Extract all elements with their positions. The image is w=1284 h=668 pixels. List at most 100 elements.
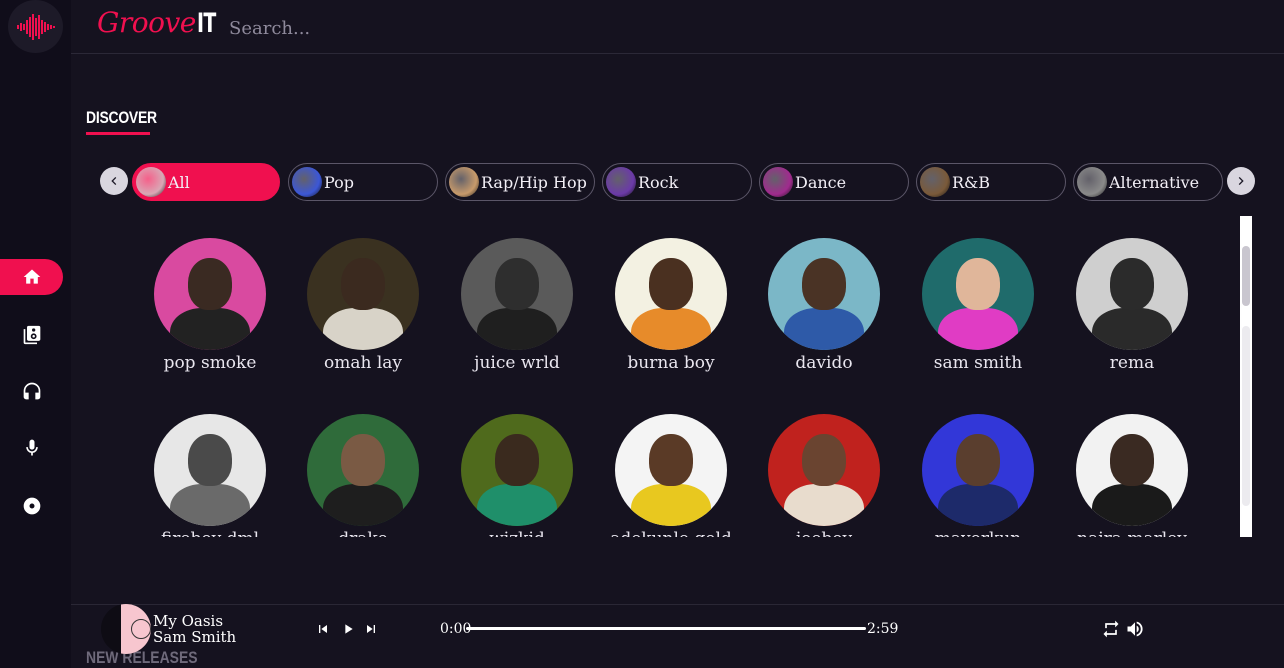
artist-photo-body bbox=[477, 308, 557, 350]
artist-photo bbox=[1076, 414, 1188, 526]
artist-card[interactable]: pop smoke bbox=[140, 238, 280, 398]
genre-pill-rock[interactable]: Rock bbox=[602, 163, 752, 201]
artist-card[interactable]: sam smith bbox=[908, 238, 1048, 398]
artist-photo bbox=[615, 414, 727, 526]
disc-icon bbox=[23, 497, 40, 515]
genre-label: Rock bbox=[638, 172, 679, 192]
artist-card[interactable]: adekunle gold bbox=[601, 414, 741, 537]
artist-card[interactable]: wizkid bbox=[447, 414, 587, 537]
speaker-library-icon bbox=[23, 325, 40, 345]
artist-photo bbox=[768, 238, 880, 350]
genre-thumbnail bbox=[763, 167, 793, 197]
artist-photo-body bbox=[1092, 484, 1172, 526]
artist-card[interactable]: naira marley bbox=[1062, 414, 1202, 537]
artist-card[interactable]: davido bbox=[754, 238, 894, 398]
sidebar-item-library[interactable] bbox=[0, 317, 63, 353]
genre-filter-row: All Pop Rap/Hip Hop Rock Dance R&B Alternative bbox=[96, 152, 1260, 214]
artist-photo-head bbox=[649, 434, 693, 486]
artist-photo bbox=[461, 414, 573, 526]
genre-thumbnail bbox=[449, 167, 479, 197]
artist-name: burna boy bbox=[627, 353, 715, 373]
scroll-right-button[interactable] bbox=[1227, 167, 1255, 195]
artist-photo-body bbox=[477, 484, 557, 526]
artist-photo-head bbox=[341, 258, 385, 310]
microphone-icon bbox=[25, 439, 38, 456]
artist-name: fireboy dml bbox=[161, 529, 259, 537]
sidebar-item-disc[interactable] bbox=[0, 488, 63, 524]
artist-card[interactable]: fireboy dml bbox=[140, 414, 280, 537]
artist-grid: pop smoke omah lay juice wrld burna boy davi… bbox=[140, 226, 1240, 537]
artist-name: mayorkun bbox=[935, 529, 1021, 537]
repeat-button[interactable] bbox=[1101, 620, 1121, 638]
skip-next-icon bbox=[367, 625, 375, 633]
scrollbar-thumb[interactable] bbox=[1242, 246, 1250, 306]
headphones-icon bbox=[23, 382, 40, 400]
artist-photo bbox=[154, 238, 266, 350]
artist-name: drake bbox=[338, 529, 388, 537]
genre-pill-alternative[interactable]: Alternative bbox=[1073, 163, 1223, 201]
artist-photo-head bbox=[649, 258, 693, 310]
sidebar-item-headphones[interactable] bbox=[0, 373, 63, 409]
sidebar-item-microphone[interactable] bbox=[0, 430, 63, 466]
play-button[interactable] bbox=[339, 620, 357, 638]
artist-photo-head bbox=[802, 258, 846, 310]
artist-card[interactable]: burna boy bbox=[601, 238, 741, 398]
artist-photo-body bbox=[938, 308, 1018, 350]
section-title-discover: DISCOVER bbox=[86, 108, 157, 127]
artist-name: rema bbox=[1109, 353, 1155, 373]
sidebar bbox=[0, 0, 71, 668]
chevron-left-icon bbox=[111, 177, 117, 185]
artist-photo-head bbox=[495, 434, 539, 486]
scroll-left-button[interactable] bbox=[100, 167, 128, 195]
genre-thumbnail bbox=[920, 167, 950, 197]
brand-suffix: IT bbox=[196, 8, 216, 39]
artist-name: adekunle gold bbox=[610, 529, 732, 537]
waveform-logo-icon[interactable] bbox=[8, 0, 63, 53]
artist-card[interactable]: omah lay bbox=[293, 238, 433, 398]
genre-pill-rap-hip-hop[interactable]: Rap/Hip Hop bbox=[445, 163, 595, 201]
artist-photo-body bbox=[1092, 308, 1172, 350]
sidebar-item-home[interactable] bbox=[0, 259, 63, 295]
artist-name: sam smith bbox=[933, 353, 1023, 373]
artist-photo-body bbox=[631, 484, 711, 526]
track-artist: Sam Smith bbox=[153, 628, 237, 646]
genre-pill-all[interactable]: All bbox=[132, 163, 280, 201]
artist-name: naira marley bbox=[1077, 529, 1187, 537]
genre-pill-pop[interactable]: Pop bbox=[288, 163, 438, 201]
genre-label: All bbox=[168, 172, 190, 192]
artist-name: joeboy bbox=[796, 529, 852, 537]
genre-pill-r-b[interactable]: R&B bbox=[916, 163, 1066, 201]
genre-pill-dance[interactable]: Dance bbox=[759, 163, 909, 201]
next-button[interactable] bbox=[362, 620, 380, 638]
genre-label: Pop bbox=[324, 172, 354, 192]
previous-button[interactable] bbox=[314, 620, 332, 638]
repeat-icon bbox=[1103, 620, 1119, 638]
volume-icon bbox=[1127, 621, 1143, 637]
genre-thumbnail bbox=[606, 167, 636, 197]
volume-button[interactable] bbox=[1125, 620, 1145, 638]
album-art[interactable] bbox=[101, 604, 151, 654]
search-input[interactable] bbox=[229, 14, 629, 42]
artist-photo-head bbox=[802, 434, 846, 486]
genre-thumbnail bbox=[292, 167, 322, 197]
artist-card[interactable]: drake bbox=[293, 414, 433, 537]
artist-card[interactable]: mayorkun bbox=[908, 414, 1048, 537]
artist-photo bbox=[922, 414, 1034, 526]
artist-card[interactable]: juice wrld bbox=[447, 238, 587, 398]
progress-bar[interactable] bbox=[466, 627, 866, 630]
artist-name: wizkid bbox=[489, 529, 545, 537]
artist-name: juice wrld bbox=[474, 353, 560, 373]
artist-name: omah lay bbox=[323, 353, 403, 373]
artist-photo-head bbox=[495, 258, 539, 310]
artist-photo-body bbox=[170, 308, 250, 350]
brand-logo[interactable]: Groove IT bbox=[97, 6, 223, 48]
play-icon bbox=[345, 624, 353, 634]
duration: 2:59 bbox=[867, 621, 899, 637]
artist-card[interactable]: rema bbox=[1062, 238, 1202, 398]
artist-photo-head bbox=[956, 258, 1000, 310]
artist-card[interactable]: joeboy bbox=[754, 414, 894, 537]
artist-grid-scrollbar[interactable] bbox=[1240, 216, 1252, 537]
artist-photo-head bbox=[956, 434, 1000, 486]
brand-script: Groove bbox=[97, 6, 196, 39]
artist-name: davido bbox=[795, 353, 853, 373]
